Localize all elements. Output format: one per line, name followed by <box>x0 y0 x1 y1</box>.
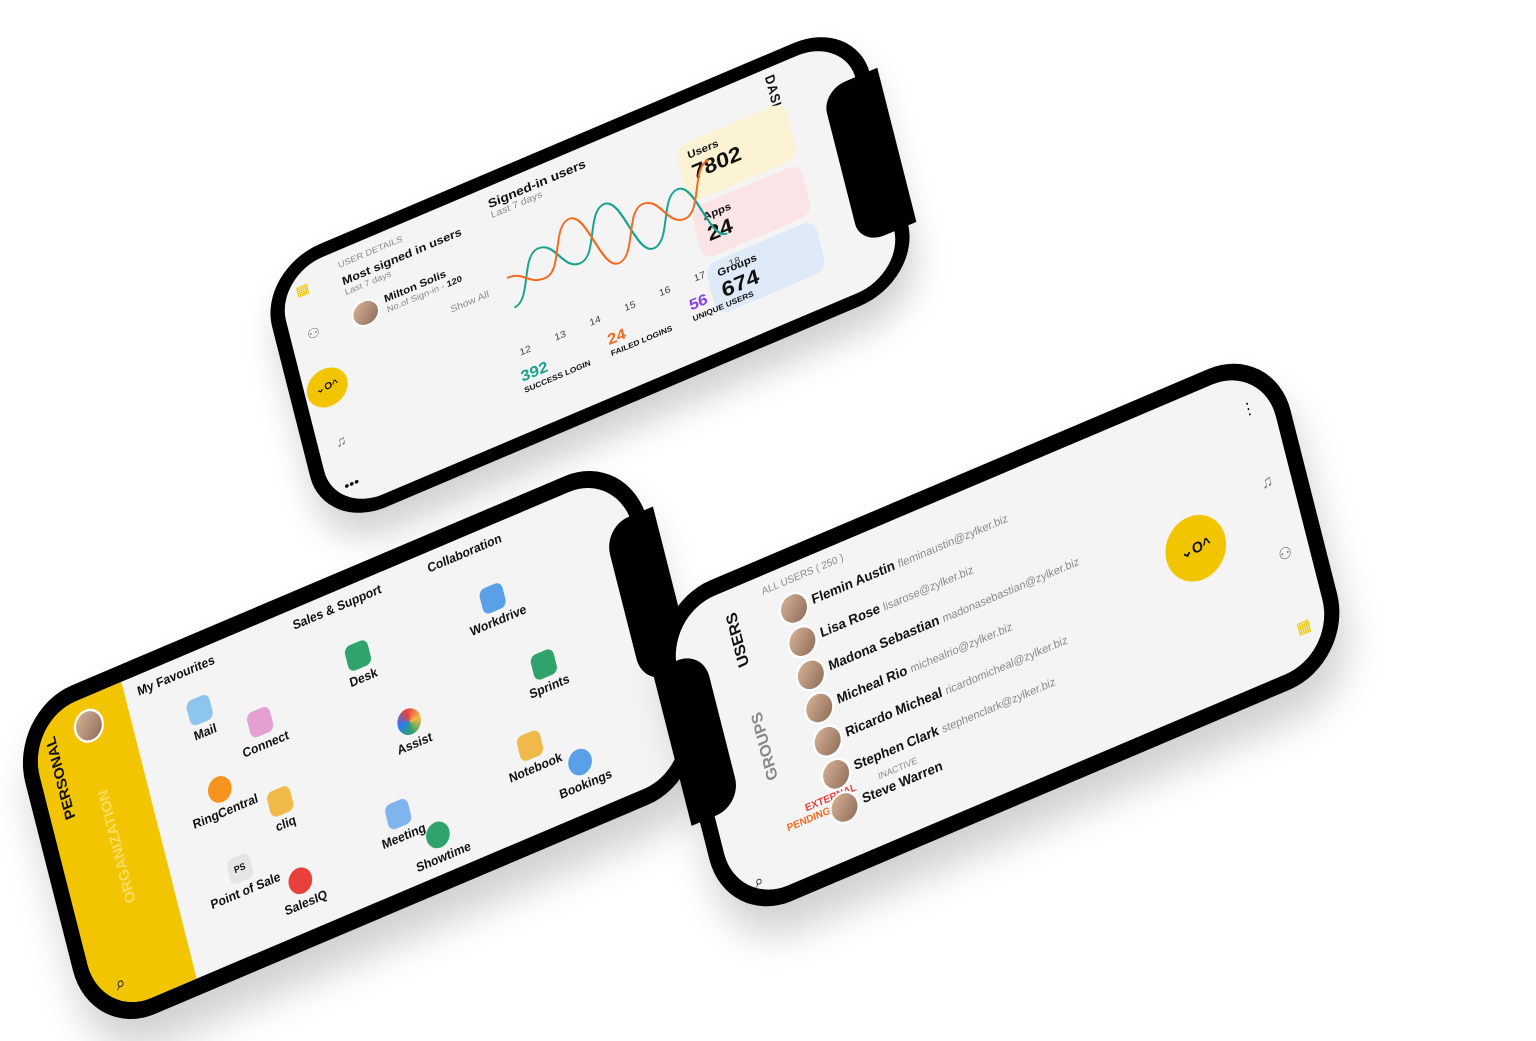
personal-screen: PERSONAL ORGANIZATION ⌕ My Favourites Ma… <box>26 470 694 1020</box>
x-tick-label: 12 <box>519 344 533 359</box>
more-icon[interactable]: ⋮ <box>1239 397 1258 422</box>
x-tick-label: 16 <box>658 284 672 299</box>
grid-icon[interactable]: ▦ <box>1294 614 1313 639</box>
avatar <box>348 294 383 332</box>
people-icon[interactable]: ⚇ <box>305 323 321 344</box>
more-icon[interactable]: ••• <box>343 473 361 494</box>
x-tick-label: 17 <box>693 270 707 285</box>
bell-icon[interactable]: ♫ <box>1259 470 1274 492</box>
app-sprints[interactable]: Sprints <box>499 634 593 711</box>
app-label: SalesIQ <box>283 887 329 920</box>
x-tick-label: 13 <box>554 329 568 344</box>
dashboard-phone: DASHBOARD Users 7802 Apps 24 Groups 674 … <box>257 16 923 534</box>
app-assist[interactable]: Assist <box>365 692 459 769</box>
user-details-card: USER DETAILS Most signed in users Last 7… <box>337 206 490 354</box>
search-icon[interactable]: ⌕ <box>752 870 765 892</box>
app-desk[interactable]: Desk <box>313 625 407 702</box>
section-title: Collaboration <box>426 531 504 577</box>
x-tick-label: 18 <box>728 255 742 270</box>
dashboard-screen: DASHBOARD Users 7802 Apps 24 Groups 674 … <box>274 35 906 515</box>
people-icon[interactable]: ⚇ <box>1276 541 1294 565</box>
user-list: Flemin Austin fleminaustin@zylker.biz Li… <box>775 413 1276 843</box>
tab-organization[interactable]: ORGANIZATION <box>95 787 139 906</box>
app-workdrive[interactable]: Workdrive <box>448 568 542 645</box>
users-phone: USERS GROUPS PENDING EXTERNAL INACTIVE ⌕… <box>645 341 1355 929</box>
search-icon[interactable]: ⌕ <box>113 972 127 996</box>
section-title: Sales & Support <box>291 582 383 634</box>
users-screen: USERS GROUPS PENDING EXTERNAL INACTIVE ⌕… <box>664 363 1336 907</box>
fab-button[interactable]: ⌄O^ <box>302 360 352 415</box>
x-tick-label: 14 <box>588 314 602 329</box>
app-label: cliq <box>274 813 298 836</box>
app-label: Assist <box>396 730 434 759</box>
personal-phone: PERSONAL ORGANIZATION ⌕ My Favourites Ma… <box>7 448 713 1041</box>
bell-icon[interactable]: ♫ <box>334 432 348 451</box>
avatar[interactable] <box>70 703 108 748</box>
tab-groups[interactable]: GROUPS <box>747 709 781 783</box>
grid-icon[interactable]: ▦ <box>294 279 311 300</box>
tab-personal[interactable]: PERSONAL <box>42 734 78 822</box>
section-title: My Favourites <box>136 653 217 700</box>
x-tick-label: 15 <box>623 299 637 314</box>
tab-users[interactable]: USERS <box>722 610 752 670</box>
